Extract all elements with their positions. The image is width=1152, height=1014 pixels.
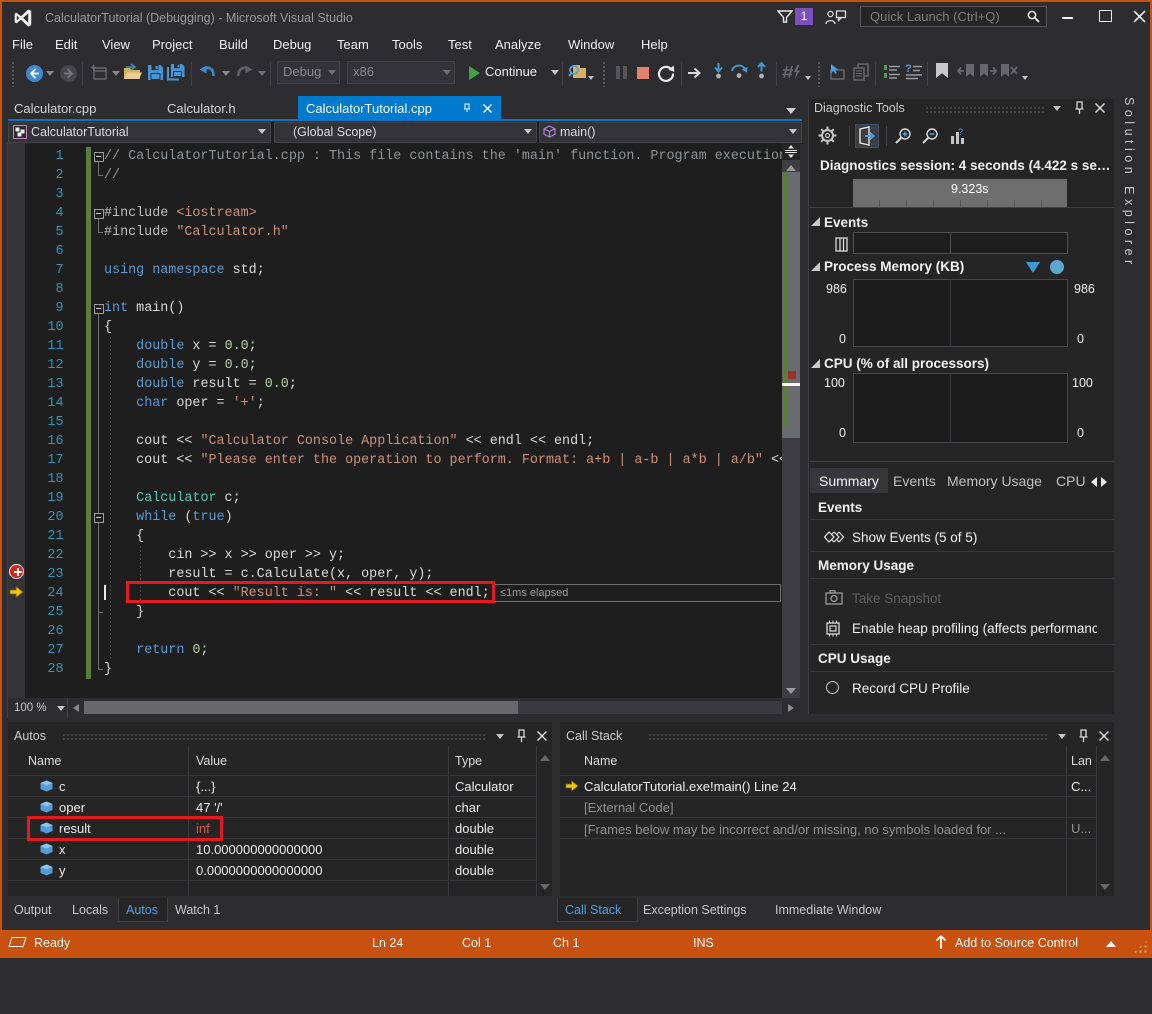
svg-text:?: ? (958, 127, 963, 137)
svg-text:?: ? (905, 63, 912, 75)
